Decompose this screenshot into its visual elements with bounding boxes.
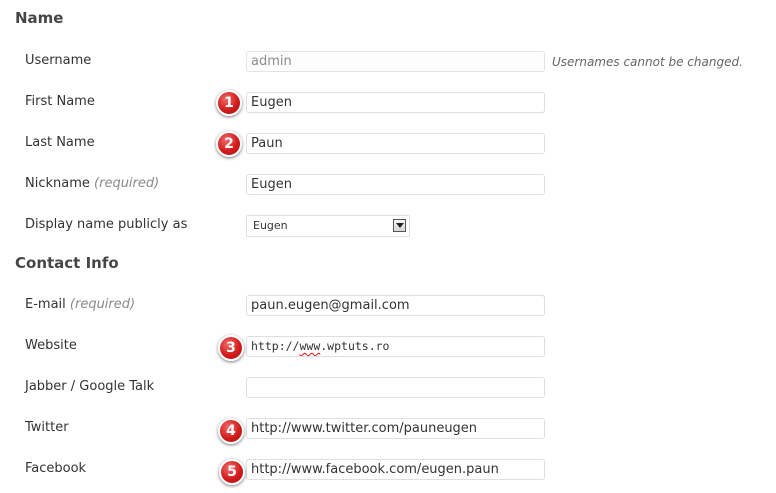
profile-form: Name Username admin Usernames cannot be …: [0, 0, 776, 493]
display-name-selected: Eugen: [253, 219, 288, 232]
section-title-contact-info: Contact Info: [15, 254, 119, 272]
username-note: Usernames cannot be changed.: [552, 55, 743, 69]
nickname-required-marker: (required): [94, 176, 160, 191]
website-value-suffix: .wptuts.ro: [320, 339, 390, 353]
email-label-text: E-mail: [25, 297, 66, 312]
section-title-name: Name: [15, 9, 64, 27]
first-name-field[interactable]: Eugen: [246, 92, 545, 113]
last-name-label: Last Name: [25, 135, 95, 150]
last-name-field[interactable]: Paun: [246, 133, 545, 154]
facebook-field[interactable]: http://www.facebook.com/eugen.paun: [246, 459, 545, 480]
display-name-select[interactable]: Eugen: [246, 215, 410, 237]
jabber-field[interactable]: [246, 377, 545, 398]
callout-badge-5: 5: [219, 459, 245, 485]
username-field: admin: [246, 51, 545, 72]
display-name-label: Display name publicly as: [25, 217, 188, 232]
jabber-label: Jabber / Google Talk: [25, 379, 155, 394]
callout-badge-4: 4: [218, 418, 244, 444]
username-label: Username: [25, 53, 92, 68]
first-name-label: First Name: [25, 94, 95, 109]
nickname-label: Nickname (required): [25, 176, 159, 192]
website-value-misspelled: www: [299, 339, 321, 353]
website-field[interactable]: http://www.wptuts.ro: [246, 336, 545, 357]
nickname-field[interactable]: Eugen: [246, 174, 545, 195]
callout-badge-1: 1: [216, 90, 242, 116]
twitter-label: Twitter: [25, 420, 69, 435]
callout-badge-2: 2: [216, 131, 242, 157]
twitter-field[interactable]: http://www.twitter.com/pauneugen: [246, 418, 545, 439]
email-label: E-mail (required): [25, 297, 135, 313]
email-field[interactable]: paun.eugen@gmail.com: [246, 295, 545, 316]
nickname-label-text: Nickname: [25, 176, 90, 191]
facebook-label: Facebook: [25, 461, 87, 476]
callout-badge-3: 3: [218, 335, 244, 361]
email-required-marker: (required): [69, 297, 136, 312]
website-label: Website: [25, 338, 77, 353]
website-value-prefix: http://: [251, 339, 300, 353]
chevron-down-icon[interactable]: [393, 219, 406, 232]
